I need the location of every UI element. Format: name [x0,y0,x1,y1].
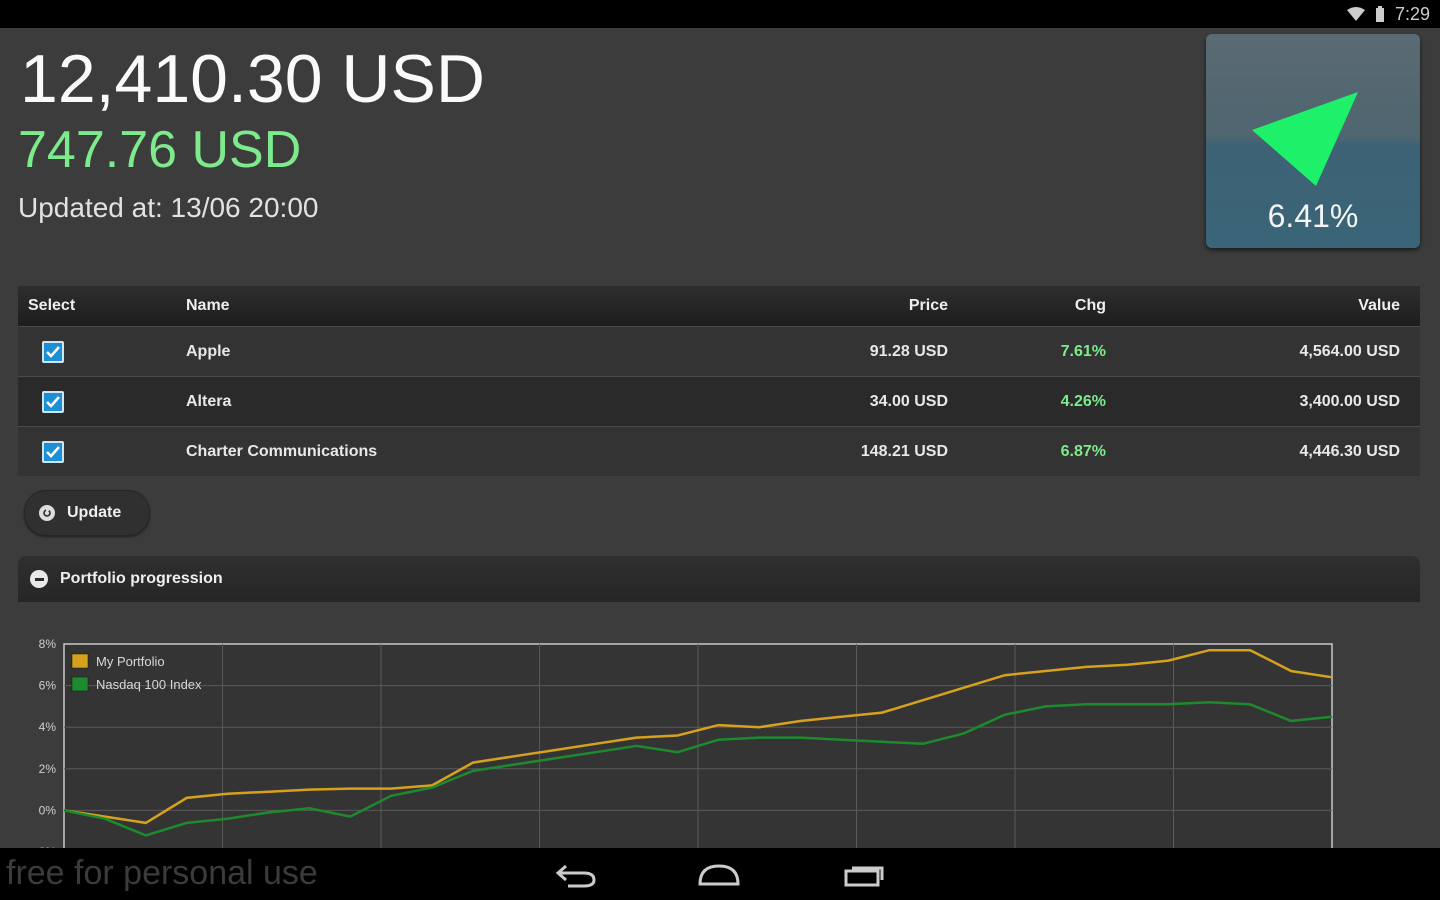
collapse-icon[interactable] [30,570,48,588]
y-tick-label: 0% [39,803,57,817]
stock-value: 4,564.00 USD [1299,342,1400,360]
row-checkbox[interactable] [42,440,64,463]
check-icon [46,345,60,358]
status-bar: 7:29 [0,0,1440,28]
stock-change: 4.26% [1060,392,1106,410]
portfolio-progression-header[interactable]: Portfolio progression [18,556,1420,602]
legend-swatch [71,653,89,669]
recents-icon[interactable] [842,860,886,890]
stock-price: 34.00 USD [869,392,948,410]
stock-name: Apple [186,342,231,360]
portfolio-total-value: 12,410.30 USD [20,41,485,117]
portfolio-chart: 8%6%4%2%0%-2%MayMayMayMayMarJunJunJunMy … [18,602,1420,871]
y-tick-label: 2% [39,762,57,776]
header-price: Price [908,297,948,314]
row-checkbox[interactable] [42,340,64,363]
table-row[interactable]: Charter Communications 148.21 USD 6.87% … [18,426,1420,476]
update-button[interactable]: Update [24,490,150,536]
battery-icon [1371,5,1389,23]
y-tick-label: 8% [39,637,57,651]
holdings-table: Select Name Price Chg Value Apple 91.28 … [18,286,1420,476]
home-icon[interactable] [696,860,742,890]
stock-change: 7.61% [1060,342,1106,360]
check-icon [46,395,60,408]
table-header: Select Name Price Chg Value [18,286,1420,326]
change-tile: 6.41% [1206,34,1420,248]
legend-label: My Portfolio [96,654,165,669]
table-row[interactable]: Altera 34.00 USD 4.26% 3,400.00 USD [18,376,1420,426]
app-content: 12,410.30 USD 747.76 USD Updated at: 13/… [0,28,1440,871]
portfolio-chart-svg: 8%6%4%2%0%-2%MayMayMayMayMarJunJunJunMy … [35,637,1333,871]
y-tick-label: 4% [39,720,57,734]
updated-at-label: Updated at: 13/06 20:00 [18,192,319,223]
stock-change: 6.87% [1060,442,1106,460]
row-checkbox[interactable] [42,390,64,413]
stock-value: 3,400.00 USD [1299,392,1400,410]
legend-label: Nasdaq 100 Index [96,677,202,692]
portfolio-gain-value: 747.76 USD [18,121,302,179]
watermark: free for personal use [6,854,318,892]
back-icon[interactable] [554,860,598,890]
legend-swatch [71,676,89,692]
clock: 7:29 [1394,3,1430,24]
stock-name: Altera [186,392,232,410]
table-row[interactable]: Apple 91.28 USD 7.61% 4,564.00 USD [18,326,1420,376]
refresh-icon [39,505,55,521]
portfolio-progression-title: Portfolio progression [60,570,223,587]
wifi-icon [1346,5,1365,23]
header-name: Name [186,297,230,314]
header-select: Select [28,297,76,314]
stock-name: Charter Communications [186,442,378,460]
stock-value: 4,446.30 USD [1299,442,1400,460]
stock-price: 148.21 USD [860,442,948,460]
stock-price: 91.28 USD [869,342,948,360]
header-value: Value [1358,297,1400,314]
y-tick-label: 6% [39,679,57,693]
check-icon [46,445,60,458]
change-percentage: 6.41% [1267,198,1359,234]
trend-up-arrow-icon [1252,92,1358,186]
navigation-bar: free for personal use [0,848,1440,900]
header-chg: Chg [1074,297,1106,314]
update-button-label: Update [67,504,122,521]
